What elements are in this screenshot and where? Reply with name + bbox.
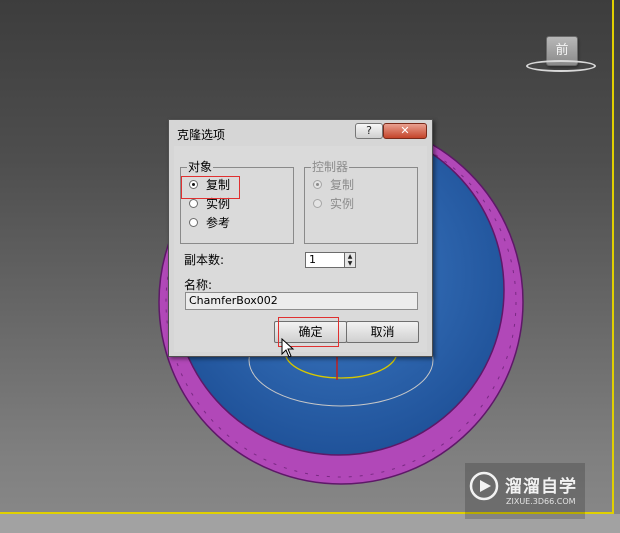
radio-label: 复制 <box>330 178 355 192</box>
copy-option-highlight-box <box>181 176 240 199</box>
active-viewport-border <box>612 0 614 515</box>
radio-button <box>313 180 322 189</box>
cancel-button[interactable]: 取消 <box>346 321 419 343</box>
dialog-body: 对象 复制 实例 参考 控制器 复制 实例 副本数: 1 ▲ ▼ 名称: Cha… <box>174 146 427 352</box>
controller-group: 控制器 复制 实例 <box>304 159 418 244</box>
watermark: 溜溜自学 ZIXUE.3D66.COM <box>465 463 585 519</box>
play-logo-icon <box>469 471 499 501</box>
dialog-title: 克隆选项 <box>177 128 226 142</box>
spinner-down-icon[interactable]: ▼ <box>345 260 355 267</box>
radio-button <box>313 199 322 208</box>
help-icon: ? <box>366 124 372 137</box>
close-button[interactable]: ✕ <box>383 123 427 139</box>
clone-options-dialog: 克隆选项 ? ✕ 对象 复制 实例 参考 控制器 复制 实例 副本数: 1 ▲ … <box>168 119 433 357</box>
object-group-legend: 对象 <box>187 159 214 175</box>
radio-button[interactable] <box>189 199 198 208</box>
watermark-title: 溜溜自学 <box>505 477 577 497</box>
viewcube[interactable]: 前 <box>524 32 600 76</box>
copies-spinner[interactable]: ▲ ▼ <box>345 252 356 268</box>
help-button[interactable]: ? <box>355 123 383 139</box>
name-label: 名称: <box>184 278 213 292</box>
copies-label: 副本数: <box>184 253 225 267</box>
watermark-subtitle: ZIXUE.3D66.COM <box>506 497 576 506</box>
spinner-up-icon[interactable]: ▲ <box>345 253 355 260</box>
radio-button[interactable] <box>189 218 198 227</box>
radio-label: 实例 <box>330 197 355 211</box>
radio-label: 参考 <box>206 216 231 230</box>
controller-group-legend: 控制器 <box>311 159 350 175</box>
mouse-pointer-icon <box>281 338 295 358</box>
viewcube-compass-ring[interactable] <box>526 60 596 72</box>
name-input[interactable]: ChamferBox002 <box>185 292 418 310</box>
close-icon: ✕ <box>400 124 410 137</box>
copies-input[interactable]: 1 <box>305 252 345 268</box>
